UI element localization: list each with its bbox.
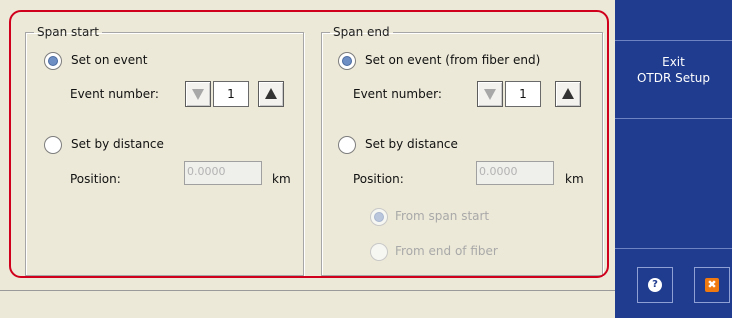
- side-panel-divider: [615, 248, 732, 249]
- exit-button-line1: Exit: [662, 55, 685, 69]
- help-icon: ?: [648, 278, 662, 292]
- bottom-divider: [0, 290, 615, 291]
- exit-button-line2: OTDR Setup: [636, 71, 711, 85]
- close-button[interactable]: ✖: [694, 267, 730, 303]
- close-icon: ✖: [705, 278, 719, 292]
- highlight-outline: [9, 10, 609, 278]
- help-button[interactable]: ?: [637, 267, 673, 303]
- exit-otdr-setup-button[interactable]: Exit OTDR Setup: [615, 41, 732, 118]
- side-panel-divider: [615, 118, 732, 119]
